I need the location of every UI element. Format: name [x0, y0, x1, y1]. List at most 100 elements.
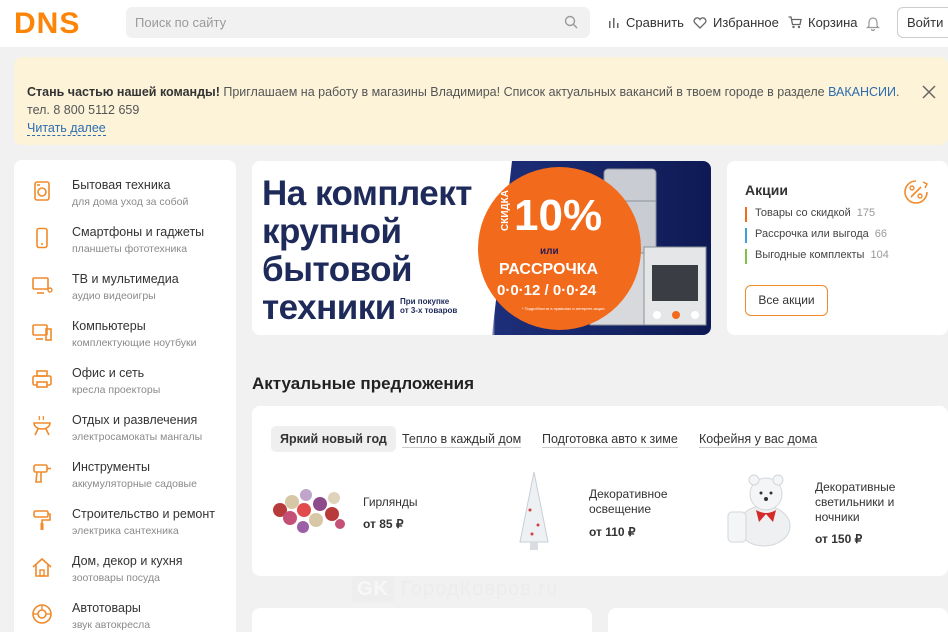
sidebar-item-subtitle: аккумуляторные садовые	[72, 478, 197, 490]
promo-percent: 10%	[514, 191, 603, 240]
tab-warm-home[interactable]: Тепло в каждый дом	[402, 426, 522, 452]
promo-link-bundles[interactable]: Выгодные комплекты 104	[745, 249, 889, 264]
promo-link-marker	[745, 228, 747, 243]
sidebar-item-tools[interactable]: Инструменты аккумуляторные садовые	[14, 452, 236, 498]
cart-link[interactable]: Корзина	[788, 15, 858, 30]
promo-headline-line: бытовой	[262, 250, 413, 289]
sidebar-item-appliances[interactable]: Бытовая техника для дома уход за собой	[14, 170, 236, 216]
sidebar-item-computers[interactable]: Компьютеры комплектующие ноутбуки	[14, 311, 236, 357]
sidebar-item-label: Строительство и ремонт	[72, 507, 215, 521]
promo-link-discounts[interactable]: Товары со скидкой 175	[745, 207, 875, 222]
night-light-image[interactable]	[726, 472, 796, 550]
compare-label: Сравнить	[626, 15, 684, 30]
login-button[interactable]: Войти	[897, 7, 948, 38]
sidebar-item-tv[interactable]: ТВ и мультимедиа аудио видеоигры	[14, 264, 236, 310]
bell-icon[interactable]	[866, 15, 880, 31]
svg-text:DNS: DNS	[14, 9, 80, 35]
promo-banner[interactable]: На комплект крупной бытовой техники При …	[252, 161, 711, 335]
product-name-line: светильники и	[815, 495, 895, 509]
search-icon[interactable]	[564, 15, 578, 29]
promo-link-marker	[745, 207, 747, 222]
sidebar-item-subtitle: кресла проекторы	[72, 384, 161, 396]
tab-new-year[interactable]: Яркий новый год	[271, 426, 396, 452]
sidebar-item-subtitle: планшеты фототехника	[72, 243, 188, 255]
favorites-label: Избранное	[713, 15, 779, 30]
tv-icon	[32, 277, 53, 294]
sidebar-item-auto[interactable]: Автотовары звук автокресла	[14, 593, 236, 632]
product-name-line: Гирлянды	[363, 495, 418, 509]
sidebar-item-subtitle: для дома уход за собой	[72, 196, 189, 208]
product-price: от 85 ₽	[363, 517, 404, 531]
sidebar-item-subtitle: комплектующие ноутбуки	[72, 337, 197, 349]
promo-link-marker	[745, 249, 747, 264]
tab-label: Кофейня у вас дома	[699, 432, 818, 448]
read-more-link[interactable]: Читать далее	[27, 121, 106, 136]
sidebar-item-home[interactable]: Дом, декор и кухня зоотовары посуда	[14, 546, 236, 592]
dns-logo[interactable]: DNS	[14, 9, 110, 35]
grill-icon	[33, 415, 51, 436]
watermark-badge: GK	[352, 576, 394, 602]
promo-note-line: При покупке	[400, 297, 450, 306]
promo-headline-line: крупной	[262, 212, 402, 251]
favorites-link[interactable]: Избранное	[693, 15, 779, 30]
site-header: DNS Поиск по сайту Сравнить Избранное Ко…	[0, 0, 948, 47]
decor-light-image[interactable]	[514, 470, 554, 552]
tab-car-winter[interactable]: Подготовка авто к зиме	[542, 426, 678, 452]
sidebar-item-leisure[interactable]: Отдых и развлечения электросамокаты манг…	[14, 405, 236, 451]
close-icon[interactable]	[922, 85, 936, 99]
sidebar-item-subtitle: зоотовары посуда	[72, 572, 160, 584]
tab-label: Тепло в каждый дом	[402, 432, 522, 448]
sidebar-item-label: Компьютеры	[72, 319, 146, 333]
sidebar-item-subtitle: электрика сантехника	[72, 525, 179, 537]
promo-or: или	[540, 246, 559, 257]
home-icon	[32, 557, 52, 577]
sidebar-item-smartphones[interactable]: Смартфоны и гаджеты планшеты фототехника	[14, 217, 236, 263]
promo-link-count: 104	[870, 249, 889, 261]
promo-link-label: Товары со скидкой	[755, 207, 851, 219]
promo-fine-print: * Подробности в правилах и интернет-акци…	[522, 306, 605, 311]
notice-text: Стань частью нашей команды! Приглашаем н…	[27, 83, 907, 119]
promo-terms: 0·0·12 / 0·0·24	[497, 282, 597, 299]
promo-link-label: Выгодные комплекты	[755, 249, 865, 261]
notice-body: Приглашаем на работу в магазины Владимир…	[219, 85, 829, 99]
garland-image[interactable]	[270, 480, 348, 540]
product-name-line: Декоративные	[815, 480, 896, 494]
product-name-line: ночники	[815, 510, 860, 524]
sidebar-item-label: Смартфоны и гаджеты	[72, 225, 205, 239]
sidebar-item-subtitle: звук автокресла	[72, 619, 151, 631]
sidebar-item-label: Бытовая техника	[72, 178, 171, 192]
promo-link-count: 66	[874, 228, 887, 240]
promotions-title: Акции	[745, 182, 788, 198]
promo-link-installment[interactable]: Рассрочка или выгода 66	[745, 228, 887, 243]
product-name-line: Декоративное	[589, 487, 668, 501]
wheel-icon	[32, 604, 52, 624]
product-name-line: освещение	[589, 502, 652, 516]
vacancies-link[interactable]: ВАКАНСИИ	[828, 85, 896, 99]
bottom-card	[252, 608, 592, 632]
compare-link[interactable]: Сравнить	[608, 15, 684, 30]
offers-card: Яркий новый год Тепло в каждый дом Подго…	[252, 406, 948, 576]
all-promotions-button[interactable]: Все акции	[745, 285, 828, 316]
bottom-card	[608, 608, 948, 632]
percent-badge-icon	[904, 180, 928, 204]
vacancy-notice: Стань частью нашей команды! Приглашаем н…	[14, 57, 948, 145]
search-placeholder: Поиск по сайту	[135, 15, 227, 30]
sidebar-item-label: Инструменты	[72, 460, 150, 474]
product-name[interactable]: Декоративные светильники и ночники	[815, 480, 895, 525]
drill-icon	[33, 464, 51, 483]
watermark-text: ГородКовров.ru	[400, 578, 559, 600]
smartphone-icon	[36, 227, 48, 249]
cart-icon	[788, 16, 802, 29]
promo-note: При покупке от 3-х товаров	[400, 297, 457, 315]
sidebar-item-construction[interactable]: Строительство и ремонт электрика сантехн…	[14, 499, 236, 545]
search-input[interactable]: Поиск по сайту	[126, 7, 590, 38]
product-name[interactable]: Декоративное освещение	[589, 487, 668, 517]
promo-link-count: 175	[856, 207, 876, 219]
catalog-sidebar: Бытовая техника для дома уход за собой С…	[14, 160, 236, 632]
sidebar-item-label: Дом, декор и кухня	[72, 554, 183, 568]
sidebar-item-office[interactable]: Офис и сеть кресла проекторы	[14, 358, 236, 404]
promo-installment: РАССРОЧКА	[499, 261, 598, 278]
sidebar-item-subtitle: аудио видеоигры	[72, 290, 156, 302]
tab-coffee[interactable]: Кофейня у вас дома	[699, 426, 818, 452]
product-name[interactable]: Гирлянды	[363, 495, 418, 510]
